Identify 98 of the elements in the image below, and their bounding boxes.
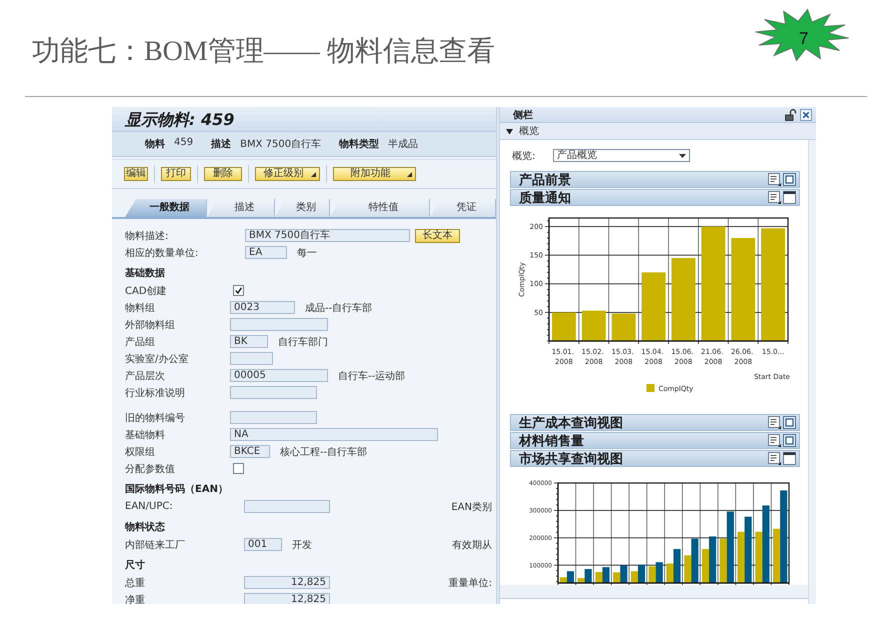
chart-bar <box>612 314 636 341</box>
maximize-icon[interactable] <box>783 434 796 447</box>
field-label: EAN/UPC: <box>125 501 174 512</box>
chart-bar <box>642 272 666 341</box>
list-icon[interactable] <box>768 416 781 429</box>
checkbox[interactable] <box>233 285 244 296</box>
list-icon[interactable] <box>768 434 781 447</box>
checkbox[interactable] <box>233 463 244 474</box>
field-value: 459 <box>174 137 194 150</box>
chart-bar <box>552 312 576 341</box>
field-value: 半成品 <box>388 138 418 151</box>
tab[interactable]: 描述 <box>207 199 275 217</box>
caret-icon <box>407 172 412 176</box>
field-label: 外部物料组 <box>125 318 176 332</box>
toolbar-button[interactable]: 修正级别 <box>255 167 320 181</box>
tab[interactable]: 类别 <box>275 199 330 217</box>
field-label: 相应的数量单位: <box>125 246 200 260</box>
panel-title: 侧栏 <box>513 108 533 122</box>
field-label: 产品层次 <box>125 370 166 382</box>
input-field[interactable] <box>230 411 317 424</box>
toolbar-button[interactable]: 附加功能 <box>333 167 416 181</box>
input-field[interactable] <box>230 318 328 331</box>
padlock-icon[interactable] <box>785 108 797 120</box>
field-label: 有效期从 <box>452 538 492 552</box>
maximize-icon[interactable] <box>783 173 796 186</box>
field-label: 实验室/办公室 <box>125 352 190 366</box>
dropdown-field[interactable]: 产品概览 <box>553 149 690 162</box>
input-field[interactable]: BK <box>230 335 268 348</box>
field-label: 描述 <box>211 138 232 151</box>
field-label: 行业标准说明 <box>125 386 186 400</box>
field-label: 概览: <box>511 150 536 162</box>
maximize-icon[interactable] <box>783 416 796 429</box>
field-description: 核心工程--自行车部 <box>280 446 368 458</box>
input-field[interactable]: 00005 <box>230 369 328 382</box>
section-title: 尺寸 <box>125 558 146 573</box>
tab[interactable]: 一般数据 <box>125 199 207 217</box>
page-number-badge: 7 <box>754 8 850 62</box>
toolbar-button[interactable]: 删除 <box>204 167 242 181</box>
screen-title: 显示物料: 459 <box>112 107 496 132</box>
field-description: 自行车部门 <box>278 336 328 348</box>
chart-bar <box>582 310 606 341</box>
field-label: 物料 <box>145 138 165 151</box>
section-title: 基础数据 <box>125 266 166 281</box>
toolbar-button[interactable]: 编辑 <box>124 167 148 181</box>
close-icon[interactable] <box>800 108 812 120</box>
input-field[interactable]: EA <box>245 246 287 259</box>
field-label: CAD创建 <box>125 284 168 298</box>
section-header[interactable]: 市场共享查询视图 <box>510 450 800 467</box>
slide-title: 功能七：BOM管理—— 物料信息查看 <box>32 35 495 69</box>
field-label: 分配参数值 <box>125 462 176 476</box>
input-field[interactable]: NA <box>230 428 438 441</box>
field-description: 成品--自行车部 <box>305 302 372 314</box>
field-label: 旧的物料编号 <box>125 412 186 424</box>
input-field[interactable]: 12,825 <box>244 593 330 604</box>
section-header[interactable]: 质量通知 <box>510 189 800 206</box>
field-label: 总重 <box>125 576 146 590</box>
section-header[interactable]: 生产成本查询视图 <box>510 414 800 431</box>
field-description: 开发 <box>292 538 312 552</box>
input-field[interactable]: 0023 <box>230 301 295 314</box>
input-field[interactable]: 001 <box>244 538 282 551</box>
section-title: 国际物料号码（EAN） <box>125 482 229 497</box>
scrollbar[interactable] <box>808 140 816 604</box>
input-field[interactable]: BKCE <box>230 445 270 458</box>
caret-down-icon <box>679 154 686 158</box>
minimize-icon[interactable] <box>783 452 796 465</box>
field-label: 物料组 <box>125 302 156 314</box>
field-label: 产品组 <box>125 336 156 348</box>
list-icon[interactable] <box>768 173 781 186</box>
field-label: 内部链来工厂 <box>125 538 186 552</box>
long-text-button[interactable]: 长文本 <box>415 228 460 242</box>
tab[interactable]: 特性值 <box>330 199 430 217</box>
field-description: 每一 <box>297 246 317 260</box>
toolbar-button[interactable]: 打印 <box>161 167 191 181</box>
field-label: 净重 <box>125 594 146 604</box>
triangle-down-icon[interactable] <box>506 128 513 134</box>
checkmark-icon <box>235 287 242 294</box>
input-field[interactable] <box>230 386 317 399</box>
field-label: 物料类型 <box>339 138 380 151</box>
field-label: 权限组 <box>125 446 156 458</box>
section-header[interactable]: 材料销售量 <box>510 432 800 449</box>
input-field[interactable] <box>230 352 273 365</box>
input-field[interactable] <box>244 500 330 513</box>
input-field[interactable]: BMX 7500自行车 <box>245 229 410 242</box>
field-label: 物料描述: <box>125 230 170 242</box>
caret-icon <box>311 172 316 176</box>
section-title: 物料状态 <box>125 520 166 535</box>
list-icon[interactable] <box>768 452 781 465</box>
list-icon[interactable] <box>768 191 781 204</box>
minimize-icon[interactable] <box>783 191 796 204</box>
overview-header[interactable]: 概览 <box>500 123 816 140</box>
field-description: 自行车--运动部 <box>338 370 406 382</box>
field-label: 重量单位: <box>448 576 492 590</box>
section-header[interactable]: 产品前景 <box>510 171 800 188</box>
field-label: 基础物料 <box>125 428 166 442</box>
input-field[interactable]: 12,825 <box>244 576 330 589</box>
tab[interactable]: 凭证 <box>430 199 496 217</box>
field-label: EAN类别 <box>451 500 492 514</box>
field-value: BMX 7500自行车 <box>240 138 322 151</box>
